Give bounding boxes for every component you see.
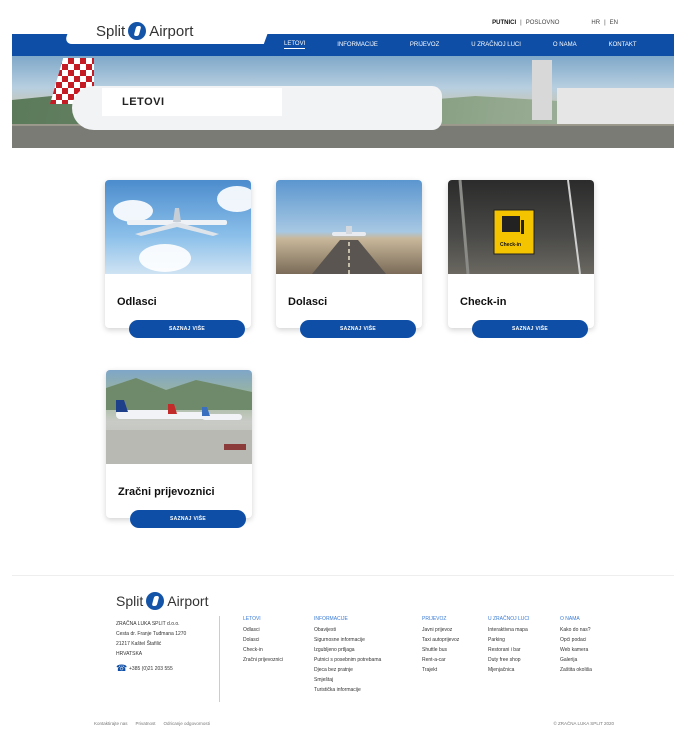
card-image-arrivals: [276, 180, 422, 274]
footer-link[interactable]: Duty free shop: [488, 655, 529, 665]
address-line: 21217 Kaštel Štafilić: [116, 641, 162, 647]
card-title: Dolasci: [288, 296, 328, 308]
footer-link[interactable]: Turistička informacije: [314, 685, 381, 695]
check-in-sign-text: Check-in: [500, 242, 522, 248]
logo-text-airport: Airport: [167, 593, 209, 609]
legal-link-privacy[interactable]: Privatnost: [136, 721, 156, 726]
footer-link[interactable]: Mjenjačnica: [488, 665, 529, 675]
more-button[interactable]: SAZNAJ VIŠE: [129, 320, 245, 338]
footer-link[interactable]: Galerija: [560, 655, 592, 665]
hero-terminal-building: [557, 88, 674, 124]
footer-link[interactable]: Putnici s posebnim potrebama: [314, 655, 381, 665]
footer-column-prijevoz: PRIJEVOZ Javni prijevoz Taxi autoprijevo…: [422, 614, 459, 675]
more-button[interactable]: SAZNAJ VIŠE: [130, 510, 246, 528]
runway-icon: [312, 226, 386, 274]
address-line: Cesta dr. Franje Tuđmana 1270: [116, 631, 187, 637]
bottom-bar: Kontaktirajte nas Privatnost Odricanje o…: [12, 716, 674, 731]
lang-en-link[interactable]: EN: [610, 20, 618, 26]
nav-item-letovi[interactable]: LETOVI: [284, 41, 306, 49]
nav-item-informacije[interactable]: INFORMACIJE: [337, 42, 378, 48]
address-line: HRVATSKA: [116, 651, 143, 657]
card-title: Check-in: [460, 296, 507, 308]
footer-link[interactable]: Taxi autoprijevoz: [422, 635, 459, 645]
card-image-check-in: Check-in: [448, 180, 594, 274]
footer-link[interactable]: Obavijesti: [314, 625, 381, 635]
utility-separator: |: [520, 20, 522, 26]
card-check-in[interactable]: Check-in Check-in SAZNAJ VIŠE: [448, 180, 594, 338]
footer-column-informacije: INFORMACIJE Obavijesti Sigurnosne inform…: [314, 614, 381, 695]
nav-item-prijevoz[interactable]: PRIJEVOZ: [410, 42, 439, 48]
card-title: Odlasci: [117, 296, 157, 308]
more-button[interactable]: SAZNAJ VIŠE: [472, 320, 588, 338]
footer-logo[interactable]: Split Airport: [116, 592, 208, 610]
footer-link[interactable]: Trajekt: [422, 665, 459, 675]
legal-link-disclaimer[interactable]: Odricanje odgovornosti: [164, 721, 210, 726]
footer-link[interactable]: Shuttle bus: [422, 645, 459, 655]
site-footer: Split Airport ZRAČNA LUKA SPLIT d.o.o. C…: [12, 575, 674, 710]
copyright: © ZRAČNA LUKA SPLIT 2020: [553, 721, 614, 726]
logo-mark-icon: [128, 22, 147, 40]
card-image-departures: [105, 180, 251, 274]
footer-column-letovi: LETOVI Odlasci Dolasci Check-in Zračni p…: [243, 614, 283, 665]
footer-link[interactable]: Zaštita okoliša: [560, 665, 592, 675]
lang-hr-link[interactable]: HR: [591, 20, 600, 26]
card-image-airlines: [106, 370, 252, 464]
nav-item-o-nama[interactable]: O NAMA: [553, 42, 577, 48]
site-logo[interactable]: Split Airport: [96, 22, 193, 40]
phone-number: +385 (0)21 203 555: [129, 665, 173, 672]
logo-text-split: Split: [96, 22, 126, 40]
footer-link[interactable]: Parking: [488, 635, 529, 645]
check-in-sign-icon: [458, 180, 581, 274]
utility-nav: PUTNICI | POSLOVNO HR | EN: [492, 20, 618, 26]
card-title: Zračni prijevoznici: [118, 486, 215, 498]
passengers-link[interactable]: PUTNICI: [492, 20, 516, 26]
footer-column-u-zracnoj-luci: U ZRAČNOJ LUCI Interaktivna mapa Parking…: [488, 614, 529, 675]
page-title: LETOVI: [102, 88, 282, 116]
footer-column-heading[interactable]: U ZRAČNOJ LUCI: [488, 614, 529, 624]
card-odlasci[interactable]: Odlasci SAZNAJ VIŠE: [105, 180, 251, 338]
footer-column-heading[interactable]: INFORMACIJE: [314, 614, 381, 624]
lang-separator: |: [604, 20, 606, 26]
legal-links: Kontaktirajte nas Privatnost Odricanje o…: [94, 721, 210, 726]
logo-text-split: Split: [116, 593, 144, 609]
footer-link[interactable]: Rent-a-car: [422, 655, 459, 665]
footer-column-o-nama: O NAMA Kako do nas? Opći podaci Web kame…: [560, 614, 592, 675]
footer-link[interactable]: Izgubljeno prtljaga: [314, 645, 381, 655]
footer-link[interactable]: Sigurnosne informacije: [314, 635, 381, 645]
hero-control-tower: [532, 60, 552, 120]
logo-text-airport: Airport: [149, 22, 194, 40]
cloud-shape: [139, 244, 191, 272]
more-button[interactable]: SAZNAJ VIŠE: [300, 320, 416, 338]
nav-item-kontakt[interactable]: KONTAKT: [609, 42, 637, 48]
legal-link-contact[interactable]: Kontaktirajte nas: [94, 721, 128, 726]
nav-item-u-zracnoj-luci[interactable]: U ZRAČNOJ LUCI: [471, 42, 521, 48]
footer-phone[interactable]: ☎ +385 (0)21 203 555: [116, 664, 173, 673]
logo-mark-icon: [146, 592, 165, 610]
footer-link[interactable]: Javni prijevoz: [422, 625, 459, 635]
footer-link[interactable]: Zračni prijevoznici: [243, 655, 283, 665]
footer-column-heading[interactable]: O NAMA: [560, 614, 592, 624]
footer-link[interactable]: Odlasci: [243, 625, 283, 635]
footer-link[interactable]: Web kamera: [560, 645, 592, 655]
footer-divider: [219, 616, 220, 702]
address-line: ZRAČNA LUKA SPLIT d.o.o.: [116, 621, 180, 627]
footer-link[interactable]: Check-in: [243, 645, 283, 655]
footer-link[interactable]: Kako do nas?: [560, 625, 592, 635]
card-zracni-prijevoznici[interactable]: Zračni prijevoznici SAZNAJ VIŠE: [106, 370, 252, 528]
footer-column-heading[interactable]: LETOVI: [243, 614, 283, 624]
footer-link[interactable]: Interaktivna mapa: [488, 625, 529, 635]
footer-address: ZRAČNA LUKA SPLIT d.o.o. Cesta dr. Franj…: [116, 619, 186, 659]
business-link[interactable]: POSLOVNO: [526, 20, 560, 26]
phone-icon: ☎: [116, 663, 128, 673]
footer-link[interactable]: Opći podaci: [560, 635, 592, 645]
hero-banner: LETOVI: [12, 56, 674, 148]
footer-link[interactable]: Dolasci: [243, 635, 283, 645]
footer-column-heading[interactable]: PRIJEVOZ: [422, 614, 459, 624]
airline-fleet-icon: [106, 378, 252, 464]
footer-link[interactable]: Djeca bez pratnje: [314, 665, 381, 675]
footer-link[interactable]: Smještaj: [314, 675, 381, 685]
footer-link[interactable]: Restorani i bar: [488, 645, 529, 655]
card-dolasci[interactable]: Dolasci SAZNAJ VIŠE: [276, 180, 422, 338]
airplane-icon: [127, 208, 227, 236]
